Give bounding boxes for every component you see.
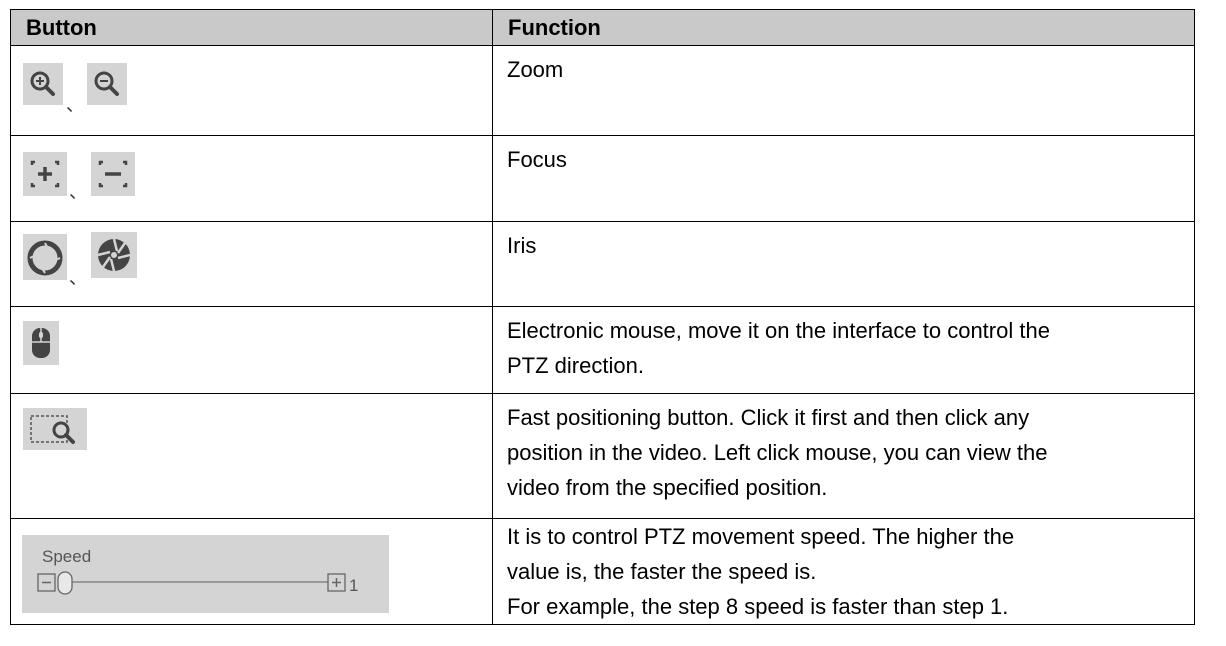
speed-control: Speed 1 [22, 535, 389, 613]
function-cell: Focus [492, 135, 1195, 222]
separator: 、 [69, 268, 87, 288]
iris-close-icon[interactable] [91, 232, 137, 278]
function-text-line: position in the video. Left click mouse,… [507, 440, 1048, 465]
function-text-line: PTZ direction. [507, 353, 644, 378]
table-row: Speed 1 It is to control PTZ movement sp… [10, 518, 1195, 625]
function-text-line: video from the specified position. [507, 475, 828, 500]
function-text-line: value is, the faster the speed is. [507, 559, 817, 584]
function-text-line: It is to control PTZ movement speed. The… [507, 524, 1015, 549]
header-function: Function [492, 9, 1195, 46]
speed-decrease-button[interactable] [37, 573, 56, 592]
function-cell: Electronic mouse, move it on the interfa… [492, 306, 1195, 394]
table-row: 、 Zoom [10, 45, 1195, 136]
button-cell: 、 [10, 221, 493, 307]
zoom-in-icon[interactable] [23, 63, 63, 105]
function-text-line: Electronic mouse, move it on the interfa… [507, 318, 1050, 343]
speed-increase-button[interactable] [327, 573, 346, 592]
function-text-line: Fast positioning button. Click it first … [507, 405, 1030, 430]
button-cell: 、 [10, 135, 493, 222]
separator: 、 [69, 182, 87, 202]
function-cell: Iris [492, 221, 1195, 307]
separator: 、 [66, 95, 84, 115]
function-text: Iris [507, 233, 537, 258]
button-cell [10, 393, 493, 519]
fast-positioning-icon[interactable] [23, 408, 87, 450]
speed-slider[interactable] [22, 535, 389, 613]
button-cell [10, 306, 493, 394]
button-cell: 、 [10, 45, 493, 136]
table-row: Electronic mouse, move it on the interfa… [10, 306, 1195, 394]
speed-slider-thumb [57, 571, 73, 595]
header-button: Button [10, 9, 493, 46]
mouse-icon[interactable] [23, 321, 59, 365]
function-text-line: For example, the step 8 speed is faster … [507, 594, 1009, 619]
function-cell: Fast positioning button. Click it first … [492, 393, 1195, 519]
focus-far-icon[interactable] [91, 152, 135, 196]
zoom-out-icon[interactable] [87, 63, 127, 105]
iris-open-icon[interactable] [23, 234, 67, 280]
table-row: Fast positioning button. Click it first … [10, 393, 1195, 519]
ptz-button-table: Button Function 、 Zoom 、 Focus 、 Iris El… [10, 9, 1195, 625]
button-cell: Speed 1 [10, 518, 493, 625]
table-row: 、 Focus [10, 135, 1195, 222]
function-text: Focus [507, 147, 567, 172]
function-cell: Zoom [492, 45, 1195, 136]
focus-near-icon[interactable] [23, 152, 67, 196]
function-text: Zoom [507, 57, 564, 82]
function-cell: It is to control PTZ movement speed. The… [492, 518, 1195, 625]
table-row: 、 Iris [10, 221, 1195, 307]
speed-value: 1 [349, 576, 359, 595]
